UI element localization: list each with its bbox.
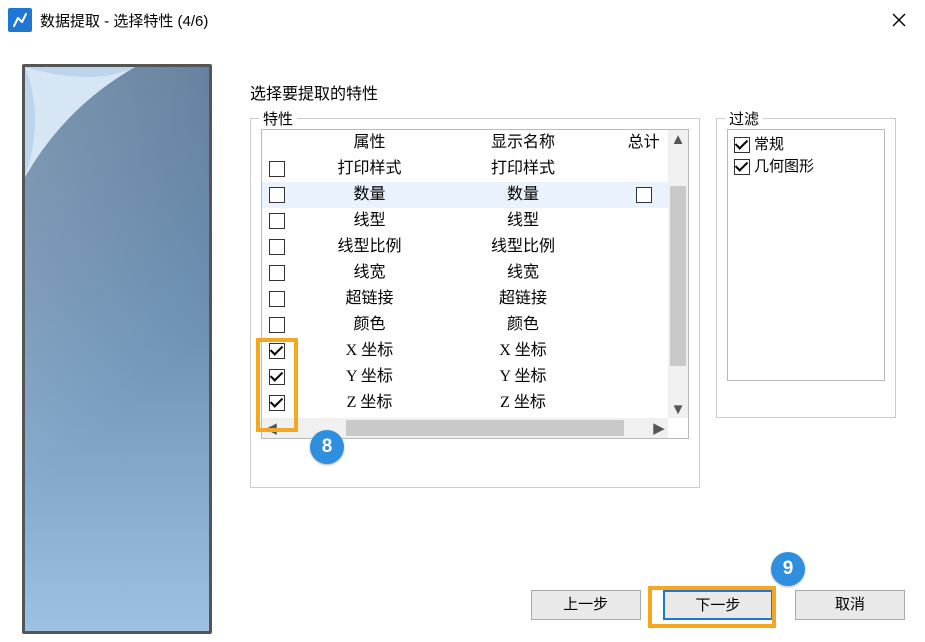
filter-label: 常规 [754,136,784,153]
scroll-left-icon[interactable]: ◀ [262,420,280,436]
row-attr: 超链接 [293,286,447,312]
col-attr: 属性 [293,130,447,156]
table-row[interactable]: 打印样式打印样式 [262,156,688,182]
row-checkbox[interactable] [269,265,285,281]
section-caption: 选择要提取的特性 [250,80,905,104]
row-display: 线型比例 [446,234,600,260]
table-row[interactable]: 超链接超链接 [262,286,688,312]
window-title: 数据提取 - 选择特性 (4/6) [40,10,873,31]
row-attr: 数量 [293,182,447,208]
properties-group: 特性 属性 显示名称 总计 打印样式打印样式数量数量线型线型线型比例线型比例线宽… [250,118,700,488]
row-display: X 坐标 [446,338,600,364]
filter-checkbox[interactable] [734,159,750,175]
vertical-scrollbar[interactable]: ▲ ▼ [668,130,688,418]
cancel-button[interactable]: 取消 [795,590,905,620]
scroll-up-icon[interactable]: ▲ [670,130,686,148]
row-checkbox[interactable] [269,343,285,359]
scroll-down-icon[interactable]: ▼ [670,400,686,418]
row-display: Y 坐标 [446,364,600,390]
row-checkbox[interactable] [269,239,285,255]
filter-legend: 过滤 [725,108,763,129]
row-display: 线宽 [446,260,600,286]
table-row[interactable]: 线型比例线型比例 [262,234,688,260]
row-display: 颜色 [446,312,600,338]
row-display: 数量 [446,182,600,208]
row-checkbox[interactable] [269,161,285,177]
row-checkbox[interactable] [269,187,285,203]
row-attr: 线宽 [293,260,447,286]
table-row[interactable]: 线宽线宽 [262,260,688,286]
close-button[interactable] [873,0,925,40]
properties-table: 属性 显示名称 总计 打印样式打印样式数量数量线型线型线型比例线型比例线宽线宽超… [261,129,689,439]
row-display: 打印样式 [446,156,600,182]
filter-label: 几何图形 [754,158,814,175]
horizontal-scrollbar[interactable]: ◀ ▶ [262,418,668,438]
next-button[interactable]: 下一步 [663,590,773,620]
preview-pane [22,64,212,634]
filter-item[interactable]: 几何图形 [734,156,878,178]
filter-list: 常规几何图形 [727,129,885,381]
row-attr: 线型比例 [293,234,447,260]
app-icon [8,8,32,32]
row-display: Z 坐标 [446,390,600,416]
table-row[interactable]: X 坐标X 坐标 [262,338,688,364]
row-attr: 颜色 [293,312,447,338]
main-area: 选择要提取的特性 [250,80,905,112]
filter-checkbox[interactable] [734,137,750,153]
row-attr: Y 坐标 [293,364,447,390]
table-row[interactable]: 线型线型 [262,208,688,234]
filter-group: 过滤 常规几何图形 [716,118,896,418]
row-display: 超链接 [446,286,600,312]
scroll-right-icon[interactable]: ▶ [650,420,668,436]
titlebar: 数据提取 - 选择特性 (4/6) [0,0,925,40]
col-display: 显示名称 [446,130,600,156]
table-row[interactable]: Y 坐标Y 坐标 [262,364,688,390]
prev-button[interactable]: 上一步 [531,590,641,620]
content: 选择要提取的特性 特性 属性 显示名称 总计 打印样式打印样式数量数量线型线型线… [0,40,925,642]
row-attr: 线型 [293,208,447,234]
row-checkbox[interactable] [269,395,285,411]
table-row[interactable]: 颜色颜色 [262,312,688,338]
scroll-thumb[interactable] [670,186,686,366]
row-checkbox[interactable] [269,317,285,333]
row-checkbox[interactable] [269,291,285,307]
page-fold-icon [25,67,135,177]
row-attr: X 坐标 [293,338,447,364]
row-attr: 打印样式 [293,156,447,182]
table-row[interactable]: 数量数量 [262,182,688,208]
table-header: 属性 显示名称 总计 [262,130,688,156]
hscroll-thumb[interactable] [346,420,624,436]
table-row[interactable]: Z 坐标Z 坐标 [262,390,688,416]
row-attr: Z 坐标 [293,390,447,416]
filter-item[interactable]: 常规 [734,134,878,156]
button-row: 上一步 下一步 取消 [0,590,905,622]
row-display: 线型 [446,208,600,234]
properties-legend: 特性 [259,108,297,129]
annotation-step-9: 9 [771,552,805,586]
row-checkbox[interactable] [269,369,285,385]
total-checkbox[interactable] [636,187,652,203]
row-checkbox[interactable] [269,213,285,229]
